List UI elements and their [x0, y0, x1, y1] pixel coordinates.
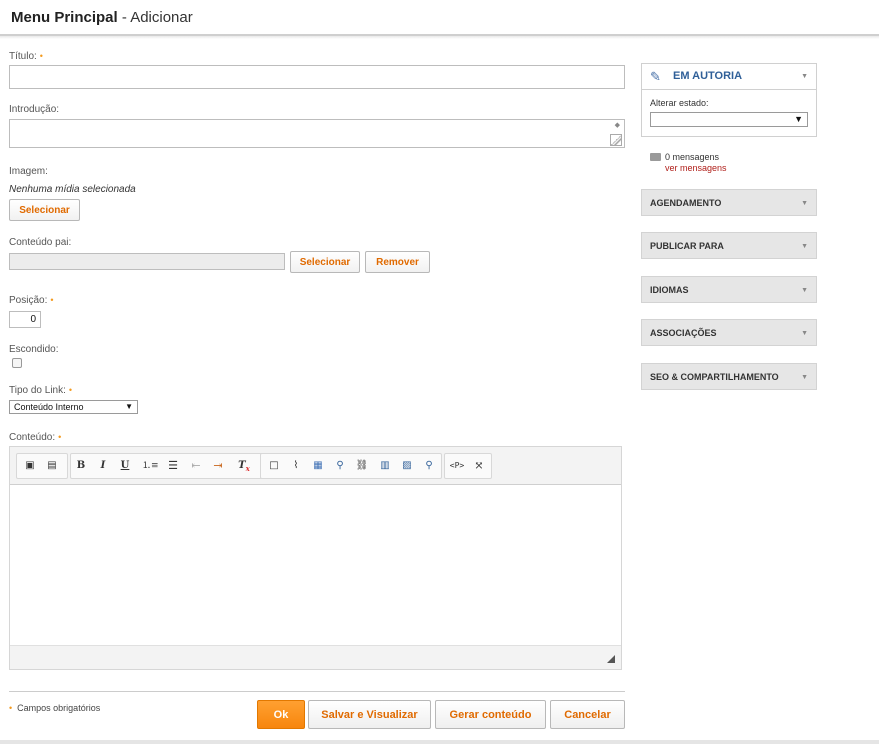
numbered-list-icon[interactable]: ⒈≡	[142, 458, 159, 474]
chevron-down-icon: ▼	[801, 73, 808, 80]
escondido-label: Escondido:	[9, 344, 59, 355]
paste-text-icon[interactable]: ▣	[22, 458, 38, 474]
view-messages-link[interactable]: ver mensagens	[665, 163, 727, 173]
source-code-icon[interactable]: <P>	[449, 458, 465, 474]
section-publicar-para[interactable]: PUBLICAR PARA ▼	[641, 232, 817, 259]
tipo-link-value: Conteúdo Interno	[14, 402, 84, 412]
fullscreen-icon[interactable]: ⤧	[471, 458, 487, 474]
status-title: EM AUTORIA	[673, 70, 743, 82]
page-header: Menu Principal - Adicionar	[0, 0, 879, 36]
link-icon[interactable]: ⛓	[354, 458, 370, 474]
rich-text-editor[interactable]: ▣ ▤ B I U ⒈≡ ☰ ⇤ ⇥ Tx □ ⌇ ▦ ⚲ ⛓ ▥ ▨ ⚲ <P…	[9, 446, 622, 670]
toolbar-group-insert: □ ⌇ ▦ ⚲ ⛓ ▥ ▨ ⚲	[260, 453, 442, 479]
posicao-label: Posição: •	[9, 295, 54, 306]
edit-document-icon: ✎	[650, 69, 661, 84]
tipo-link-label: Tipo do Link: •	[9, 385, 73, 396]
envelope-icon	[650, 153, 661, 161]
chevron-down-icon: ▼	[801, 374, 808, 381]
paste-word-icon[interactable]: ▤	[44, 458, 60, 474]
page-title-sub: - Adicionar	[121, 9, 193, 26]
change-state-label: Alterar estado:	[650, 98, 709, 108]
generate-content-button[interactable]: Gerar conteúdo	[435, 700, 546, 729]
status-panel: ✎ EM AUTORIA ▼ Alterar estado: ▼	[641, 63, 817, 137]
page-bottom-bar	[0, 740, 879, 744]
imagem-label: Imagem:	[9, 166, 48, 177]
header-shadow	[0, 36, 879, 39]
chevron-down-icon: ▼	[801, 287, 808, 294]
select-arrow-icon: ▼	[794, 114, 803, 124]
toolbar-group-view: <P> ⤧	[444, 453, 492, 479]
titulo-label: Título: •	[9, 51, 43, 62]
titulo-input[interactable]	[9, 65, 625, 89]
escondido-checkbox[interactable]	[12, 358, 22, 368]
ok-button[interactable]: Ok	[257, 700, 305, 729]
required-mark: •	[39, 51, 43, 61]
editor-toolbar: ▣ ▤ B I U ⒈≡ ☰ ⇤ ⇥ Tx □ ⌇ ▦ ⚲ ⛓ ▥ ▨ ⚲ <P…	[10, 447, 621, 485]
editor-resize-icon[interactable]	[607, 655, 615, 663]
required-note: • Campos obrigatórios	[9, 703, 101, 713]
section-idiomas[interactable]: IDIOMAS ▼	[641, 276, 817, 303]
toolbar-group-format: B I U ⒈≡ ☰ ⇤ ⇥ Tx	[70, 453, 266, 479]
conteudo-pai-input	[9, 253, 285, 270]
underline-icon[interactable]: U	[117, 458, 133, 474]
section-associacoes[interactable]: ASSOCIAÇÕES ▼	[641, 319, 817, 346]
change-state-select[interactable]: ▼	[650, 112, 808, 127]
media-icon[interactable]: ▨	[399, 458, 415, 474]
footer-divider	[9, 691, 625, 692]
save-and-view-button[interactable]: Salvar e Visualizar	[308, 700, 431, 729]
page-title: Menu Principal - Adicionar	[11, 9, 193, 26]
section-agendamento[interactable]: AGENDAMENTO ▼	[641, 189, 817, 216]
attachment-icon[interactable]: ⌇	[288, 458, 304, 474]
toolbar-group-document: ▣ ▤	[16, 453, 68, 479]
status-panel-header[interactable]: ✎ EM AUTORIA ▼	[642, 64, 816, 90]
introducao-label: Introdução:	[9, 104, 60, 115]
chevron-down-icon: ▼	[801, 330, 808, 337]
select-arrow-icon: ▼	[125, 402, 133, 411]
conteudo-pai-remove-button[interactable]: Remover	[365, 251, 430, 273]
expand-icon[interactable]: ◆	[615, 121, 620, 129]
image-icon[interactable]: ▦	[310, 458, 326, 474]
replace-icon[interactable]: ⚲	[421, 458, 437, 474]
cancel-button[interactable]: Cancelar	[550, 700, 625, 729]
italic-icon[interactable]: I	[95, 458, 111, 474]
posicao-input[interactable]: 0	[9, 311, 41, 328]
editor-statusbar	[10, 645, 621, 669]
chevron-down-icon: ▼	[801, 243, 808, 250]
conteudo-pai-select-button[interactable]: Selecionar	[290, 251, 360, 273]
conteudo-label: Conteúdo: •	[9, 432, 62, 443]
conteudo-pai-label: Conteúdo pai:	[9, 237, 72, 248]
tipo-link-select[interactable]: Conteúdo Interno ▼	[9, 400, 138, 414]
introducao-textarea[interactable]: ◆	[9, 119, 625, 148]
section-seo-compartilhamento[interactable]: SEO & COMPARTILHAMENTO ▼	[641, 363, 817, 390]
imagem-status: Nenhuma mídia selecionada	[9, 184, 136, 195]
remove-format-icon[interactable]: Tx	[236, 458, 252, 474]
table-icon[interactable]: ▥	[377, 458, 393, 474]
bulleted-list-icon[interactable]: ☰	[165, 458, 181, 474]
imagem-select-button[interactable]: Selecionar	[9, 199, 80, 221]
messages-count: 0 mensagens	[665, 152, 720, 162]
new-page-icon[interactable]: □	[266, 458, 282, 474]
resize-handle-icon[interactable]	[610, 134, 622, 146]
chevron-down-icon: ▼	[801, 200, 808, 207]
page-title-main: Menu Principal	[11, 9, 118, 26]
find-icon[interactable]: ⚲	[332, 458, 348, 474]
indent-icon[interactable]: ⇥	[210, 458, 226, 474]
bold-icon[interactable]: B	[73, 458, 89, 474]
outdent-icon[interactable]: ⇤	[188, 458, 204, 474]
